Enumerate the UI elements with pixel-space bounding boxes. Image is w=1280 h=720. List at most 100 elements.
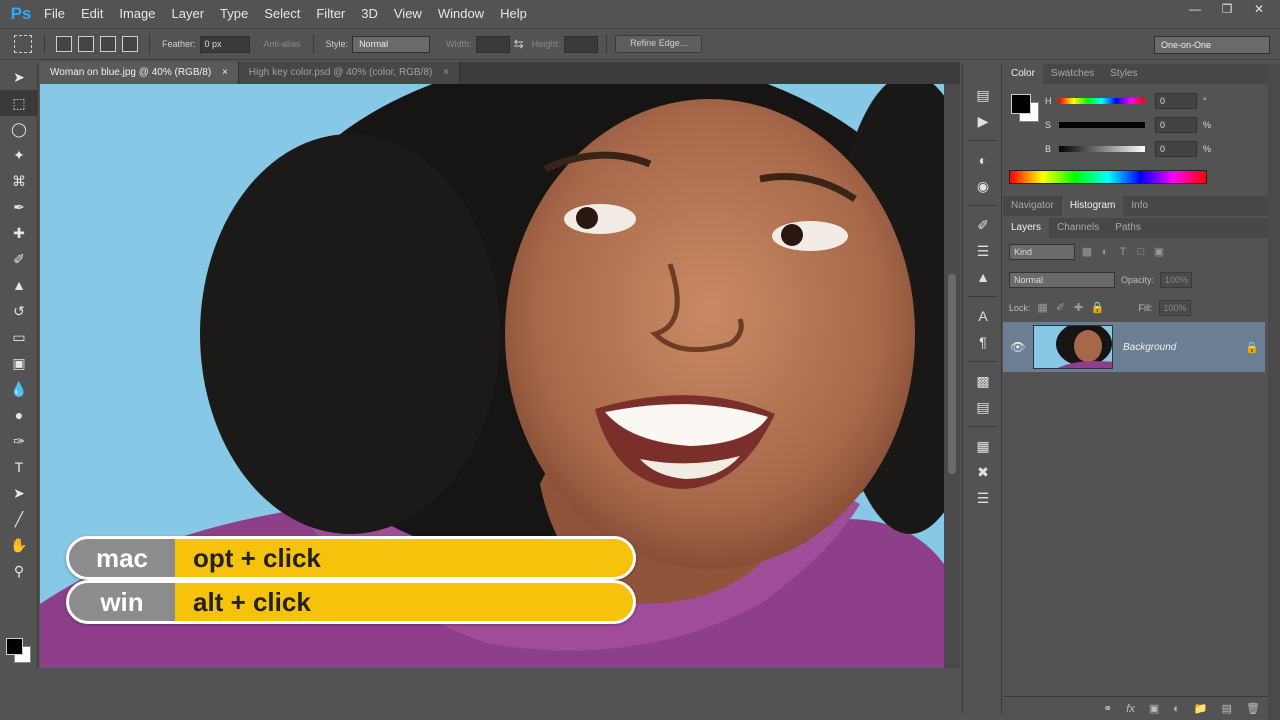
hue-slider[interactable] — [1059, 98, 1145, 104]
character-styles-icon[interactable]: ▩ — [963, 368, 1003, 394]
new-selection-icon[interactable] — [56, 36, 72, 52]
fill-input[interactable]: 100% — [1158, 300, 1191, 316]
paragraph-styles-icon[interactable]: ▤ — [963, 394, 1003, 420]
close-tab-icon[interactable]: × — [443, 67, 449, 78]
menu-edit[interactable]: Edit — [73, 0, 111, 27]
menu-image[interactable]: Image — [111, 0, 163, 27]
tab-histogram[interactable]: Histogram — [1061, 196, 1124, 216]
hand-tool-icon[interactable]: ✋ — [0, 532, 38, 558]
adjustments-icon[interactable]: ◐ — [963, 147, 1003, 173]
tool-presets-icon[interactable]: ✖ — [963, 459, 1003, 485]
antialias-checkbox[interactable]: Anti-alias — [264, 39, 301, 49]
feather-input[interactable]: 0 px — [199, 35, 250, 53]
menu-type[interactable]: Type — [212, 0, 256, 27]
gradient-tool-icon[interactable]: ▣ — [0, 350, 38, 376]
adjustment-layer-icon[interactable]: ◐ — [1173, 703, 1180, 715]
lock-transparent-icon[interactable]: ▦ — [1037, 302, 1049, 314]
marquee-tool-icon[interactable]: ⬚ — [0, 90, 38, 116]
refine-edge-button[interactable]: Refine Edge... — [615, 35, 703, 53]
fx-icon[interactable]: fx — [1126, 703, 1135, 715]
brush-icon[interactable]: ☰ — [963, 238, 1003, 264]
magic-wand-tool-icon[interactable]: ✦ — [0, 142, 38, 168]
layer-comps-icon[interactable]: ▦ — [963, 433, 1003, 459]
menu-window[interactable]: Window — [430, 0, 492, 27]
subtract-selection-icon[interactable] — [100, 36, 116, 52]
type-tool-icon[interactable]: T — [0, 454, 38, 480]
character-icon[interactable]: A — [963, 303, 1003, 329]
healing-brush-tool-icon[interactable]: ✚ — [0, 220, 38, 246]
tab-styles[interactable]: Styles — [1102, 64, 1145, 84]
foreground-color-swatch[interactable] — [1011, 94, 1031, 114]
crop-tool-icon[interactable]: ⌘ — [0, 168, 38, 194]
hue-value[interactable]: 0 — [1155, 93, 1197, 109]
eraser-tool-icon[interactable]: ▭ — [0, 324, 38, 350]
layer-row-background[interactable]: 👁 Background 🔒 — [1003, 322, 1265, 372]
delete-layer-icon[interactable]: 🗑 — [1246, 702, 1260, 715]
opacity-input[interactable]: 100% — [1160, 272, 1193, 288]
zoom-tool-icon[interactable]: ⚲ — [0, 558, 38, 584]
eyedropper-tool-icon[interactable]: ✒ — [0, 194, 38, 220]
lasso-tool-icon[interactable]: ◯ — [0, 116, 38, 142]
adjustment-filter-icon[interactable]: ◐ — [1099, 246, 1111, 258]
color-spectrum-bar[interactable] — [1009, 170, 1207, 184]
menu-view[interactable]: View — [386, 0, 430, 27]
style-select[interactable]: Normal — [352, 35, 431, 53]
tab-woman-on-blue[interactable]: Woman on blue.jpg @ 40% (RGB/8) × — [40, 62, 239, 84]
blend-mode-select[interactable]: Normal — [1009, 272, 1115, 288]
add-selection-icon[interactable] — [78, 36, 94, 52]
type-filter-icon[interactable]: T — [1117, 246, 1129, 258]
workspace-select[interactable]: One-on-One — [1154, 36, 1270, 54]
close-tab-icon[interactable]: × — [222, 67, 228, 78]
actions-icon[interactable]: ▶ — [963, 108, 1003, 134]
paragraph-icon[interactable]: ¶ — [963, 329, 1003, 355]
line-tool-icon[interactable]: ╱ — [0, 506, 38, 532]
add-mask-icon[interactable]: ▣ — [1149, 702, 1159, 715]
menu-help[interactable]: Help — [492, 0, 535, 27]
brush-tool-icon[interactable]: ✐ — [0, 246, 38, 272]
saturation-value[interactable]: 0 — [1155, 117, 1197, 133]
shape-filter-icon[interactable]: □ — [1135, 246, 1147, 258]
width-input[interactable] — [475, 35, 510, 53]
move-tool-icon[interactable]: ➤ — [0, 64, 38, 90]
tab-info[interactable]: Info — [1123, 196, 1156, 216]
lock-position-icon[interactable]: ✚ — [1073, 302, 1085, 314]
tab-color[interactable]: Color — [1003, 64, 1043, 84]
styles-icon[interactable]: ◉ — [963, 173, 1003, 199]
path-selection-tool-icon[interactable]: ➤ — [0, 480, 38, 506]
new-layer-icon[interactable]: ▤ — [1222, 702, 1232, 715]
canvas-scrollbar[interactable] — [944, 84, 960, 668]
tab-swatches[interactable]: Swatches — [1043, 64, 1102, 84]
height-input[interactable] — [564, 35, 599, 53]
intersect-selection-icon[interactable] — [122, 36, 138, 52]
menu-select[interactable]: Select — [256, 0, 308, 27]
visibility-eye-icon[interactable]: 👁 — [1003, 340, 1033, 354]
link-layers-icon[interactable]: ⚭ — [1103, 702, 1112, 715]
tab-paths[interactable]: Paths — [1107, 218, 1149, 238]
scroll-thumb[interactable] — [948, 274, 956, 474]
menu-layer[interactable]: Layer — [164, 0, 213, 27]
foreground-color-swatch[interactable] — [6, 638, 23, 655]
panel-scrollbar[interactable] — [1268, 64, 1280, 720]
saturation-slider[interactable] — [1059, 122, 1145, 128]
pen-tool-icon[interactable]: ✑ — [0, 428, 38, 454]
lock-all-icon[interactable]: 🔒 — [1091, 302, 1105, 314]
dodge-tool-icon[interactable]: ● — [0, 402, 38, 428]
swap-icon[interactable]: ⇆ — [514, 37, 524, 51]
brightness-slider[interactable] — [1059, 146, 1145, 152]
tab-navigator[interactable]: Navigator — [1003, 196, 1062, 216]
minimize-icon[interactable]: — — [1182, 0, 1208, 18]
marquee-preset-icon[interactable] — [14, 35, 32, 53]
close-icon[interactable]: ✕ — [1246, 0, 1272, 18]
blur-tool-icon[interactable]: 💧 — [0, 376, 38, 402]
layer-name[interactable]: Background — [1113, 342, 1245, 353]
kind-filter-select[interactable]: Kind — [1009, 244, 1075, 260]
pixel-filter-icon[interactable]: ▩ — [1081, 246, 1093, 258]
smart-object-filter-icon[interactable]: ▣ — [1153, 246, 1165, 258]
tab-channels[interactable]: Channels — [1049, 218, 1107, 238]
tab-high-key-color[interactable]: High key color.psd @ 40% (color, RGB/8) … — [238, 62, 460, 84]
clone-source-icon[interactable]: ▲ — [963, 264, 1003, 290]
history-brush-tool-icon[interactable]: ↺ — [0, 298, 38, 324]
document-canvas[interactable]: mac opt + click win alt + click — [40, 84, 944, 668]
brush-presets-icon[interactable]: ✐ — [963, 212, 1003, 238]
new-group-icon[interactable]: 📁 — [1194, 702, 1208, 715]
